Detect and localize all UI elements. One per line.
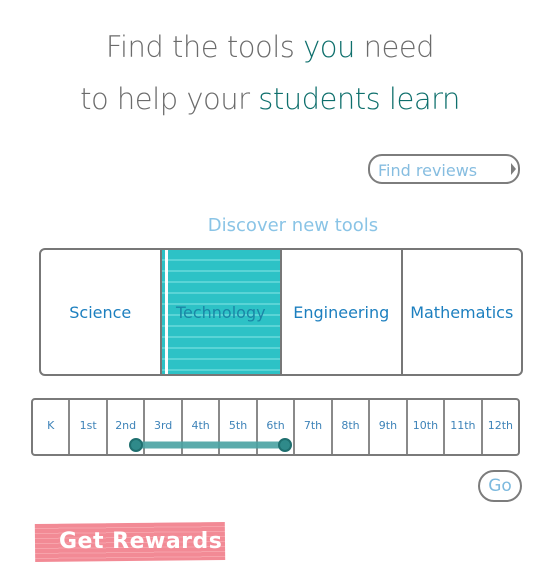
grade-4th[interactable]: 4th <box>183 400 221 454</box>
headline-line-2: to help your students learn <box>0 82 540 116</box>
subject-mathematics[interactable]: Mathematics <box>403 250 522 374</box>
grade-label: 10th <box>412 418 439 432</box>
grade-12th[interactable]: 12th <box>483 400 518 454</box>
grade-label: K <box>47 418 55 432</box>
grade-11th[interactable]: 11th <box>445 400 483 454</box>
grade-2nd[interactable]: 2nd <box>108 400 146 454</box>
grade-7th[interactable]: 7th <box>295 400 333 454</box>
grade-label: 12th <box>487 418 513 432</box>
arrow-right-icon <box>511 163 516 175</box>
grade-label: 6th <box>266 418 285 432</box>
subject-engineering[interactable]: Engineering <box>282 250 403 374</box>
headline-text: Find the tools <box>105 30 304 64</box>
grade-8th[interactable]: 8th <box>333 400 371 454</box>
get-rewards-label: Get Rewards <box>59 529 223 554</box>
get-rewards-button[interactable]: Get Rewards <box>34 522 227 563</box>
subject-label: Technology <box>175 302 266 322</box>
headline-accent-you: you <box>303 30 355 64</box>
grade-label: 7th <box>303 418 323 432</box>
subject-technology[interactable]: Technology <box>161 250 282 374</box>
grade-label: 9th <box>378 418 398 432</box>
headline-accent-students-learn: students learn <box>258 82 460 116</box>
headline-text: need <box>354 30 435 64</box>
grade-6th[interactable]: 6th <box>258 400 296 454</box>
grade-label: 3rd <box>153 418 173 432</box>
subject-label: Mathematics <box>410 302 514 322</box>
find-reviews-button[interactable]: Find reviews <box>368 154 520 184</box>
grade-9th[interactable]: 9th <box>370 400 408 454</box>
discover-heading: Discover new tools <box>207 215 379 236</box>
grade-label: 5th <box>228 418 248 432</box>
headline-text: to help your <box>80 82 259 116</box>
headline-line-1: Find the tools you need <box>0 30 540 64</box>
grade-selector: K 1st 2nd 3rd 4th 5th 6th 7th 8th 9th 10… <box>31 398 520 456</box>
subject-selector: Science Technology Engineering Mathemati… <box>39 248 523 376</box>
grade-label: 8th <box>341 418 360 432</box>
grade-label: 1st <box>79 418 97 432</box>
subject-label: Engineering <box>293 302 390 322</box>
grade-10th[interactable]: 10th <box>408 400 446 454</box>
grade-label: 11th <box>450 418 476 432</box>
grade-label: 4th <box>191 418 210 432</box>
find-reviews-label: Find reviews <box>378 161 478 180</box>
grade-k[interactable]: K <box>33 400 71 454</box>
subject-label: Science <box>69 302 132 322</box>
go-label: Go <box>488 476 512 496</box>
subject-science[interactable]: Science <box>41 250 162 374</box>
grade-3rd[interactable]: 3rd <box>145 400 183 454</box>
grade-1st[interactable]: 1st <box>70 400 108 454</box>
go-button[interactable]: Go <box>478 470 522 502</box>
grade-5th[interactable]: 5th <box>220 400 258 454</box>
grade-label: 2nd <box>115 418 137 432</box>
